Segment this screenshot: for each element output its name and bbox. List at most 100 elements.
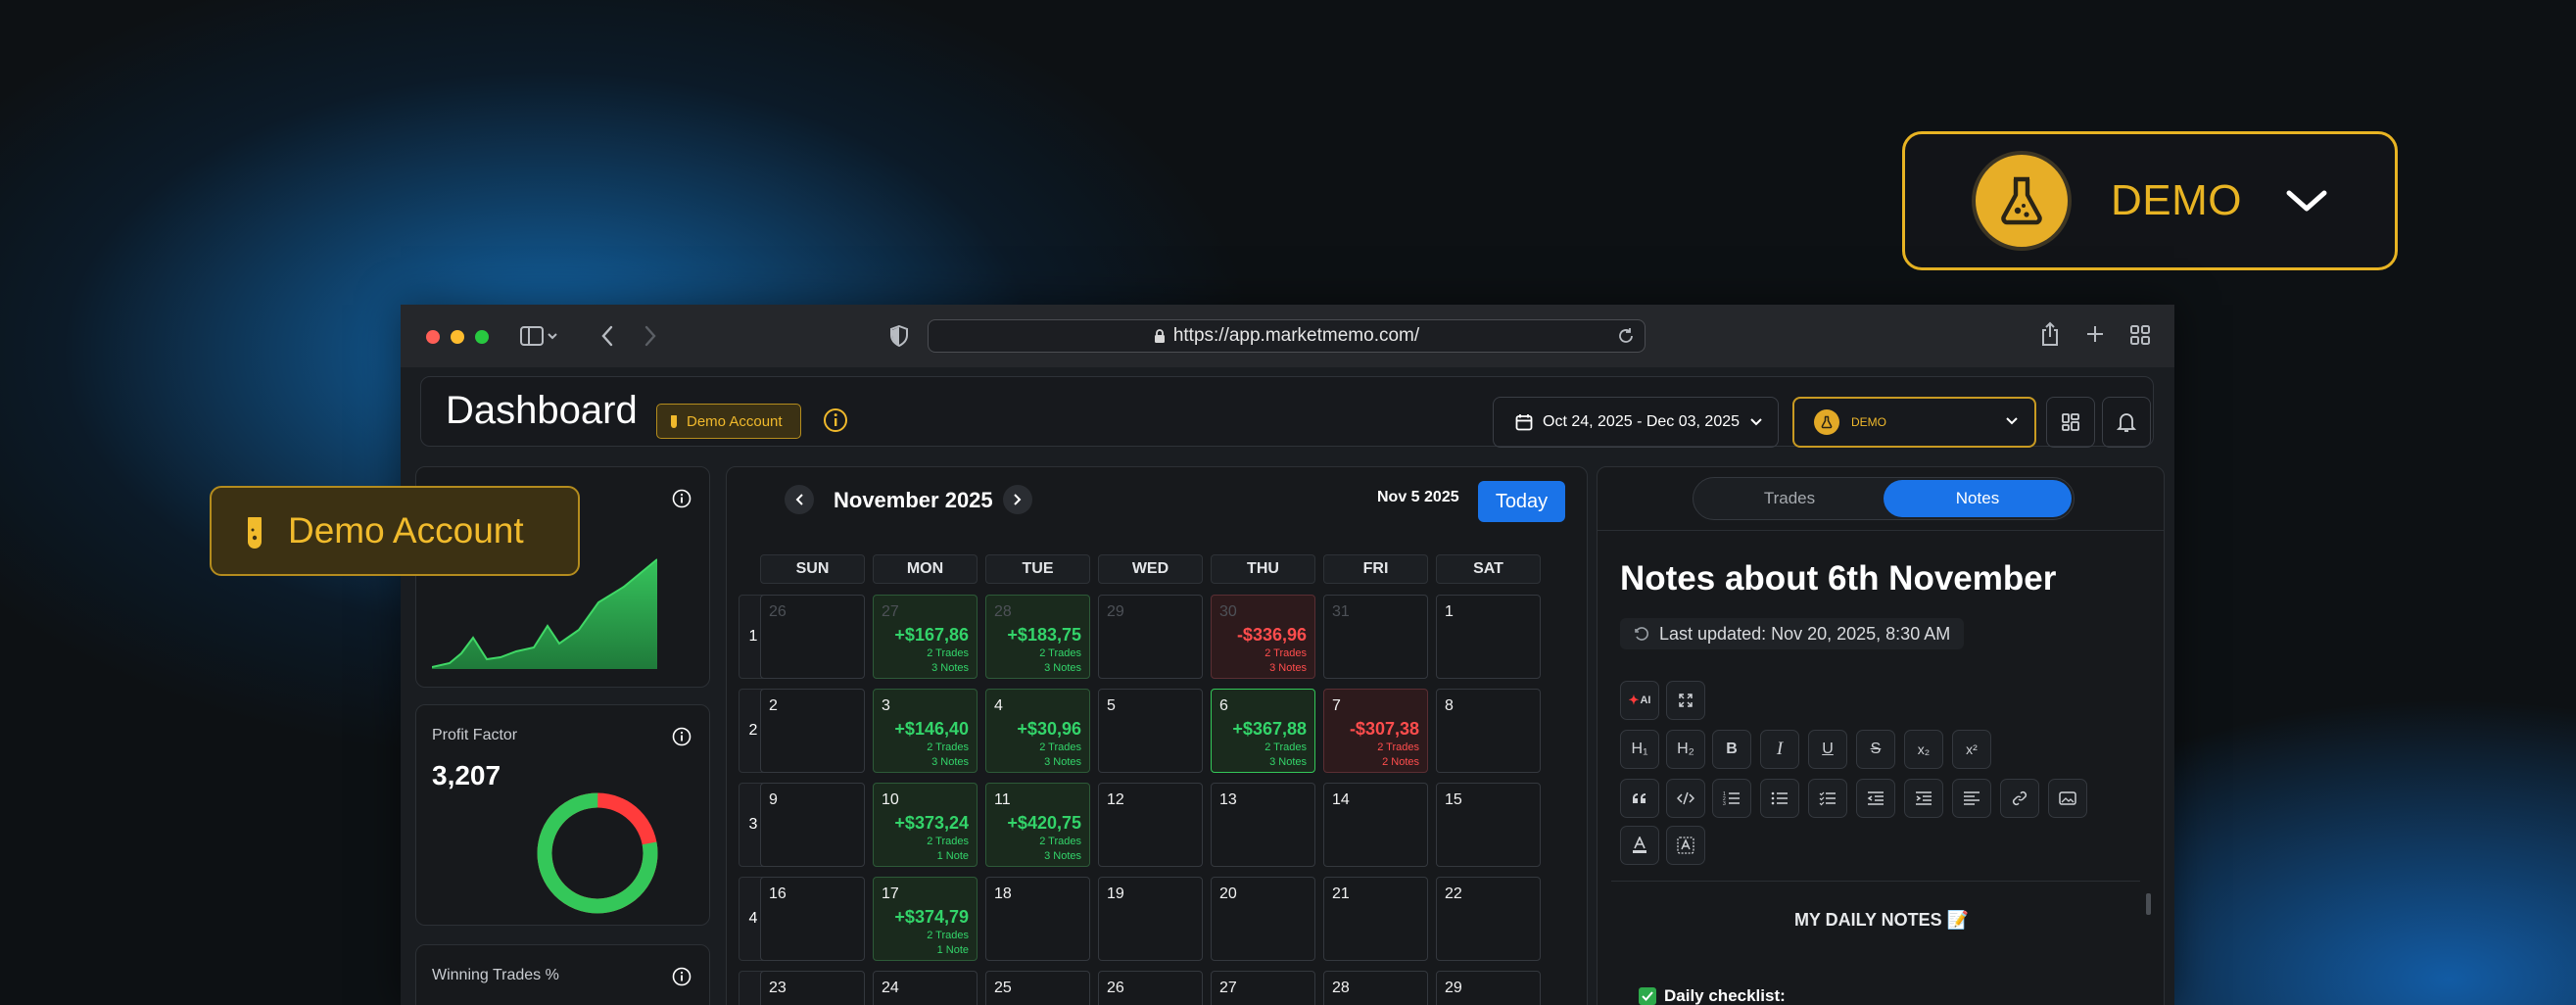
- calendar-day-cell[interactable]: 10 +$373,24 2 Trades 1 Note: [873, 783, 978, 867]
- maximize-window-button[interactable]: [475, 330, 489, 344]
- indent-button[interactable]: [1904, 779, 1943, 818]
- calendar-day-cell[interactable]: 18: [985, 877, 1090, 961]
- bold-button[interactable]: B: [1712, 730, 1751, 769]
- underline-button[interactable]: U: [1808, 730, 1847, 769]
- share-icon[interactable]: [2040, 321, 2060, 347]
- fullscreen-button[interactable]: [1666, 681, 1705, 720]
- back-arrow-icon[interactable]: [600, 325, 614, 347]
- subscript-button[interactable]: x₂: [1904, 730, 1943, 769]
- next-month-button[interactable]: [1003, 485, 1032, 514]
- info-icon[interactable]: [672, 727, 692, 746]
- bullet-list-button[interactable]: [1760, 779, 1799, 818]
- calendar-day-cell[interactable]: 24: [873, 971, 978, 1005]
- highlight-icon: [1677, 837, 1694, 854]
- close-window-button[interactable]: [426, 330, 440, 344]
- calendar-day-cell[interactable]: 5: [1098, 689, 1203, 773]
- checkbox-checked-icon[interactable]: [1639, 987, 1656, 1005]
- calendar-day-cell[interactable]: 30 -$336,96 2 Trades 3 Notes: [1211, 595, 1315, 679]
- calendar-day-cell[interactable]: 14: [1323, 783, 1428, 867]
- address-bar[interactable]: https://app.marketmemo.com/: [928, 319, 1646, 353]
- reload-icon[interactable]: [1617, 327, 1635, 345]
- heading-1-button[interactable]: H₁: [1620, 730, 1659, 769]
- calendar-day-cell[interactable]: 27 +$167,86 2 Trades 3 Notes: [873, 595, 978, 679]
- account-selector[interactable]: DEMO: [1792, 397, 2036, 448]
- trade-count: 2 Trades: [927, 647, 969, 659]
- outdent-button[interactable]: [1856, 779, 1895, 818]
- link-button[interactable]: [2000, 779, 2039, 818]
- info-icon[interactable]: [672, 967, 692, 986]
- calendar-day-cell[interactable]: 3 +$146,40 2 Trades 3 Notes: [873, 689, 978, 773]
- calendar-day-cell[interactable]: 29: [1098, 595, 1203, 679]
- calendar-day-cell[interactable]: 11 +$420,75 2 Trades 3 Notes: [985, 783, 1090, 867]
- calendar-day-cell[interactable]: 26: [760, 595, 865, 679]
- calendar-day-cell[interactable]: 29: [1436, 971, 1541, 1005]
- calendar-day-cell[interactable]: 25: [985, 971, 1090, 1005]
- calendar-day-cell[interactable]: 22: [1436, 877, 1541, 961]
- calendar-day-cell[interactable]: 15: [1436, 783, 1541, 867]
- note-count: 3 Notes: [1044, 850, 1081, 862]
- trade-count: 2 Trades: [1377, 742, 1419, 753]
- italic-button[interactable]: I: [1760, 730, 1799, 769]
- tab-overview-icon[interactable]: [2129, 324, 2151, 346]
- text-color-button[interactable]: [1620, 826, 1659, 865]
- image-icon: [2059, 790, 2076, 806]
- prev-month-button[interactable]: [785, 485, 814, 514]
- calendar-day-cell[interactable]: 13: [1211, 783, 1315, 867]
- day-number: 30: [1219, 603, 1237, 620]
- trade-count: 2 Trades: [1039, 647, 1081, 659]
- ordered-list-button[interactable]: 123: [1712, 779, 1751, 818]
- calendar-day-cell[interactable]: 7 -$307,38 2 Trades 2 Notes: [1323, 689, 1428, 773]
- calendar-day-cell[interactable]: 31: [1323, 595, 1428, 679]
- notifications-button[interactable]: [2102, 397, 2151, 448]
- calendar-day-cell[interactable]: 19: [1098, 877, 1203, 961]
- task-list-button[interactable]: [1808, 779, 1847, 818]
- forward-arrow-icon[interactable]: [644, 325, 657, 347]
- calendar-day-cell[interactable]: 21: [1323, 877, 1428, 961]
- calendar-day-cell[interactable]: 28 +$183,75 2 Trades 3 Notes: [985, 595, 1090, 679]
- code-button[interactable]: [1666, 779, 1705, 818]
- calendar-day-cell[interactable]: 26: [1098, 971, 1203, 1005]
- calendar-day-cell[interactable]: 2: [760, 689, 865, 773]
- weekday-header-sat: SAT: [1436, 554, 1541, 584]
- superscript-button[interactable]: x²: [1952, 730, 1991, 769]
- demo-account-callout-badge[interactable]: Demo Account: [210, 486, 580, 576]
- align-button[interactable]: [1952, 779, 1991, 818]
- calendar-day-cell[interactable]: 23: [760, 971, 865, 1005]
- tab-notes[interactable]: Notes: [1884, 480, 2072, 517]
- info-icon[interactable]: [823, 407, 848, 433]
- calendar-day-cell[interactable]: 9: [760, 783, 865, 867]
- calendar-day-cell[interactable]: 27: [1211, 971, 1315, 1005]
- calendar-day-cell[interactable]: 8: [1436, 689, 1541, 773]
- blockquote-button[interactable]: [1620, 779, 1659, 818]
- note-count: 2 Notes: [1382, 756, 1419, 768]
- privacy-shield-icon[interactable]: [890, 325, 908, 347]
- calendar-day-cell[interactable]: 17 +$374,79 2 Trades 1 Note: [873, 877, 978, 961]
- info-icon[interactable]: [672, 489, 692, 508]
- highlight-button[interactable]: [1666, 826, 1705, 865]
- ai-assist-button[interactable]: ✦ AI: [1620, 681, 1659, 720]
- date-range-picker[interactable]: Oct 24, 2025 - Dec 03, 2025: [1493, 397, 1779, 448]
- layout-button[interactable]: [2046, 397, 2095, 448]
- strikethrough-button[interactable]: S: [1856, 730, 1895, 769]
- note-count: 3 Notes: [931, 662, 969, 674]
- heading-2-button[interactable]: H₂: [1666, 730, 1705, 769]
- demo-account-callout[interactable]: DEMO: [1902, 131, 2398, 270]
- calendar-day-cell[interactable]: 12: [1098, 783, 1203, 867]
- minimize-window-button[interactable]: [451, 330, 464, 344]
- calendar-day-cell[interactable]: 6 +$367,88 2 Trades 3 Notes: [1211, 689, 1315, 773]
- calendar-day-cell[interactable]: 16: [760, 877, 865, 961]
- today-button[interactable]: Today: [1478, 481, 1565, 522]
- sidebar-toggle-icon[interactable]: [520, 326, 557, 346]
- calendar-day-cell[interactable]: 4 +$30,96 2 Trades 3 Notes: [985, 689, 1090, 773]
- trade-count: 2 Trades: [1039, 742, 1081, 753]
- image-button[interactable]: [2048, 779, 2087, 818]
- expand-icon: [1678, 693, 1693, 708]
- calendar-day-cell[interactable]: 20: [1211, 877, 1315, 961]
- demo-account-badge[interactable]: Demo Account: [656, 404, 801, 439]
- calendar-day-cell[interactable]: 1: [1436, 595, 1541, 679]
- day-number: 26: [769, 603, 787, 620]
- calendar-day-cell[interactable]: 28: [1323, 971, 1428, 1005]
- new-tab-icon[interactable]: [2085, 324, 2105, 344]
- tab-trades[interactable]: Trades: [1695, 480, 1884, 517]
- link-icon: [2012, 790, 2027, 806]
